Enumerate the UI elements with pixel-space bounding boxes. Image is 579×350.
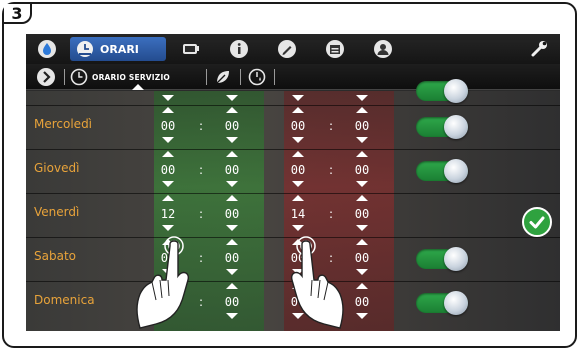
on-minute-down-arrow[interactable] <box>226 313 238 319</box>
person-icon[interactable] <box>366 37 400 61</box>
off-minute-up-arrow[interactable] <box>356 107 368 113</box>
off-minute-up-arrow[interactable] <box>356 195 368 201</box>
info-icon[interactable] <box>222 37 256 61</box>
day-label: Mercoledì <box>34 117 93 131</box>
on-minute-up-arrow[interactable] <box>226 107 238 113</box>
row-divider <box>26 193 560 194</box>
off-minute-down-arrow[interactable] <box>356 137 368 143</box>
on-hour-down-arrow[interactable] <box>162 95 174 101</box>
on-minute-value[interactable]: 00 <box>219 119 245 133</box>
clock-icon <box>76 40 94 58</box>
on-minute-up-arrow[interactable] <box>226 283 238 289</box>
toggle-knob <box>444 115 468 139</box>
day-label: Venerdì <box>34 205 80 219</box>
on-minute-up-arrow[interactable] <box>226 195 238 201</box>
day-toggle[interactable] <box>416 291 468 315</box>
on-minute-value[interactable]: 00 <box>219 251 245 265</box>
on-minute-value[interactable]: 00 <box>219 163 245 177</box>
off-hour-up-arrow[interactable] <box>292 151 304 157</box>
toggle-knob <box>444 247 468 271</box>
off-hour-down-arrow[interactable] <box>292 95 304 101</box>
toggle-knob <box>444 79 468 103</box>
calendar-icon[interactable] <box>318 37 352 61</box>
toggle-knob <box>444 159 468 183</box>
on-hour-up-arrow[interactable] <box>162 107 174 113</box>
on-minute-down-arrow[interactable] <box>226 269 238 275</box>
off-minute-down-arrow[interactable] <box>356 95 368 101</box>
time-colon: : <box>329 207 334 221</box>
off-minute-down-arrow[interactable] <box>356 181 368 187</box>
on-hour-up-arrow[interactable] <box>162 151 174 157</box>
on-minute-down-arrow[interactable] <box>226 181 238 187</box>
day-toggle[interactable] <box>416 115 468 139</box>
on-hour-up-arrow[interactable] <box>162 195 174 201</box>
device-screen: ORARI ORARIO SERVIZIO Mercoledì 00: 00 … <box>26 34 560 331</box>
step-number-badge: 3 <box>4 4 32 24</box>
time-colon: : <box>329 119 334 133</box>
on-minute-down-arrow[interactable] <box>226 225 238 231</box>
table-row: Giovedì 00 : 00 00 : 00 <box>26 149 560 193</box>
tab-orari[interactable]: ORARI <box>70 37 166 61</box>
day-toggle[interactable] <box>416 159 468 183</box>
pointing-hand-icon <box>290 236 344 329</box>
pointing-hand-icon <box>136 236 190 329</box>
off-hour-down-arrow[interactable] <box>292 137 304 143</box>
wrench-icon[interactable] <box>522 37 556 61</box>
on-minute-up-arrow[interactable] <box>226 151 238 157</box>
time-colon: : <box>199 163 204 177</box>
pencil-icon[interactable] <box>270 37 304 61</box>
day-toggle[interactable] <box>416 79 468 103</box>
time-colon: : <box>199 207 204 221</box>
row-divider <box>26 149 560 150</box>
time-colon: : <box>199 119 204 133</box>
off-minute-value[interactable]: 00 <box>349 119 375 133</box>
on-minute-value[interactable]: 00 <box>219 207 245 221</box>
on-minute-value[interactable]: 00 <box>219 295 245 309</box>
row-divider <box>26 105 560 106</box>
on-minute-down-arrow[interactable] <box>226 95 238 101</box>
day-toggle[interactable] <box>416 247 468 271</box>
on-minute-up-arrow[interactable] <box>226 239 238 245</box>
on-hour-down-arrow[interactable] <box>162 181 174 187</box>
off-hour-value[interactable]: 14 <box>285 207 311 221</box>
on-hour-value[interactable]: 12 <box>155 207 181 221</box>
off-hour-value[interactable]: 00 <box>285 163 311 177</box>
on-minute-down-arrow[interactable] <box>226 137 238 143</box>
off-hour-value[interactable]: 00 <box>285 119 311 133</box>
on-hour-value[interactable]: 00 <box>155 163 181 177</box>
toggle-knob <box>444 291 468 315</box>
water-drop-icon[interactable] <box>30 37 64 61</box>
off-hour-down-arrow[interactable] <box>292 181 304 187</box>
day-label: Giovedì <box>34 161 80 175</box>
time-colon: : <box>329 163 334 177</box>
cup-icon[interactable] <box>174 37 208 61</box>
on-hour-value[interactable]: 00 <box>155 119 181 133</box>
confirm-button[interactable] <box>522 207 552 237</box>
table-row: Mercoledì 00 : 00 00 : 00 <box>26 105 560 149</box>
day-label: Sabato <box>34 249 76 263</box>
table-row <box>26 61 560 105</box>
off-hour-up-arrow[interactable] <box>292 195 304 201</box>
off-minute-value[interactable]: 00 <box>349 207 375 221</box>
day-label: Domenica <box>34 293 95 307</box>
tab-orari-label: ORARI <box>100 42 139 56</box>
check-icon <box>529 216 545 229</box>
top-tab-bar: ORARI <box>26 34 560 64</box>
instruction-frame: 3 ORARI ORARIO SERVIZIO Mercoledì 00: 0… <box>2 2 577 348</box>
off-hour-up-arrow[interactable] <box>292 107 304 113</box>
on-hour-down-arrow[interactable] <box>162 137 174 143</box>
off-minute-value[interactable]: 00 <box>349 163 375 177</box>
off-minute-up-arrow[interactable] <box>356 151 368 157</box>
